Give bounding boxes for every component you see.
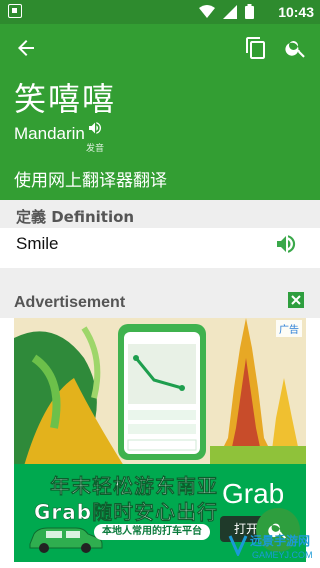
- definition-text: Smile: [16, 234, 59, 253]
- search-icon[interactable]: [284, 36, 308, 60]
- wifi-icon: [199, 4, 215, 18]
- copy-icon[interactable]: [244, 36, 268, 60]
- watermark-logo-icon: [228, 535, 248, 556]
- ad-illustration: [14, 318, 306, 466]
- definition-row: Smile: [0, 228, 320, 268]
- close-icon: [291, 295, 301, 305]
- ad-brand-logo: Grab: [222, 478, 285, 509]
- system-icons: [199, 4, 254, 19]
- status-bar: 10:43: [0, 0, 320, 24]
- headword: 笑嘻嘻: [14, 80, 117, 118]
- ad-headline-1: 年末轻松游东南亚: [50, 474, 218, 499]
- volume-icon[interactable]: [274, 232, 298, 256]
- ad-header-label: Advertisement: [14, 294, 126, 311]
- section-divider: [0, 268, 320, 286]
- ad-tag: 广告: [276, 320, 302, 337]
- app-notification-icon: [8, 4, 22, 18]
- status-clock: 10:43: [278, 4, 314, 20]
- car-icon: [29, 527, 103, 553]
- site-watermark: 远景手游网 GAMEYJ.COM: [228, 528, 320, 568]
- definition-section-header: 定義 Definition: [0, 200, 320, 228]
- online-translate-link[interactable]: 使用网上翻译器翻译: [14, 166, 167, 191]
- ad-slogan: 本地人常用的打车平台: [94, 524, 210, 540]
- volume-icon: [89, 122, 102, 134]
- watermark-domain: GAMEYJ.COM: [252, 550, 313, 560]
- word-header: 笑嘻嘻 Mandarin 发音 使用网上翻译器翻译: [0, 24, 320, 200]
- ad-close-button[interactable]: [288, 292, 304, 308]
- language-label: Mandarin: [14, 124, 85, 143]
- ad-section-header: Advertisement: [0, 286, 320, 318]
- watermark-text: 远景手游网: [250, 534, 311, 548]
- battery-icon: [245, 4, 254, 19]
- back-arrow-icon[interactable]: [14, 36, 38, 60]
- definition-header-label: 定義 Definition: [16, 208, 135, 226]
- ad-headline-2: Grab随时安心出行: [34, 500, 219, 525]
- pronounce-label: 发音: [85, 144, 104, 154]
- signal-icon: [223, 4, 237, 19]
- pronounce-button[interactable]: 发音: [84, 120, 106, 154]
